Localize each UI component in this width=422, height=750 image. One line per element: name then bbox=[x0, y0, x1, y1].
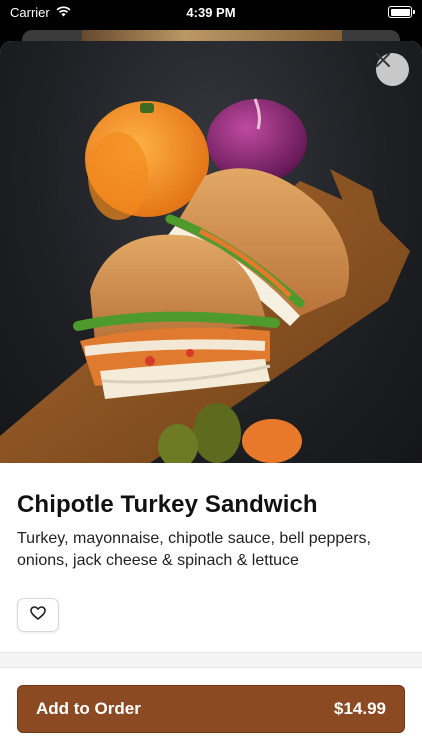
product-image bbox=[0, 41, 422, 463]
divider bbox=[0, 667, 422, 668]
status-bar: Carrier 4:39 PM bbox=[0, 0, 422, 24]
add-to-order-button[interactable]: Add to Order $14.99 bbox=[17, 685, 405, 733]
price-label: $14.99 bbox=[334, 699, 386, 718]
heart-icon bbox=[30, 605, 46, 625]
close-button[interactable] bbox=[376, 53, 409, 86]
battery-icon bbox=[388, 6, 415, 18]
product-details: Chipotle Turkey Sandwich Turkey, mayonna… bbox=[0, 463, 422, 632]
favorite-button[interactable] bbox=[17, 598, 59, 632]
status-time: 4:39 PM bbox=[186, 4, 236, 20]
product-sheet: Chipotle Turkey Sandwich Turkey, mayonna… bbox=[0, 41, 422, 750]
section-gap bbox=[0, 653, 422, 667]
product-title: Chipotle Turkey Sandwich bbox=[17, 491, 318, 518]
add-to-order-label: Add to Order bbox=[36, 699, 141, 718]
product-description: Turkey, mayonnaise, chipotle sauce, bell… bbox=[17, 530, 371, 569]
